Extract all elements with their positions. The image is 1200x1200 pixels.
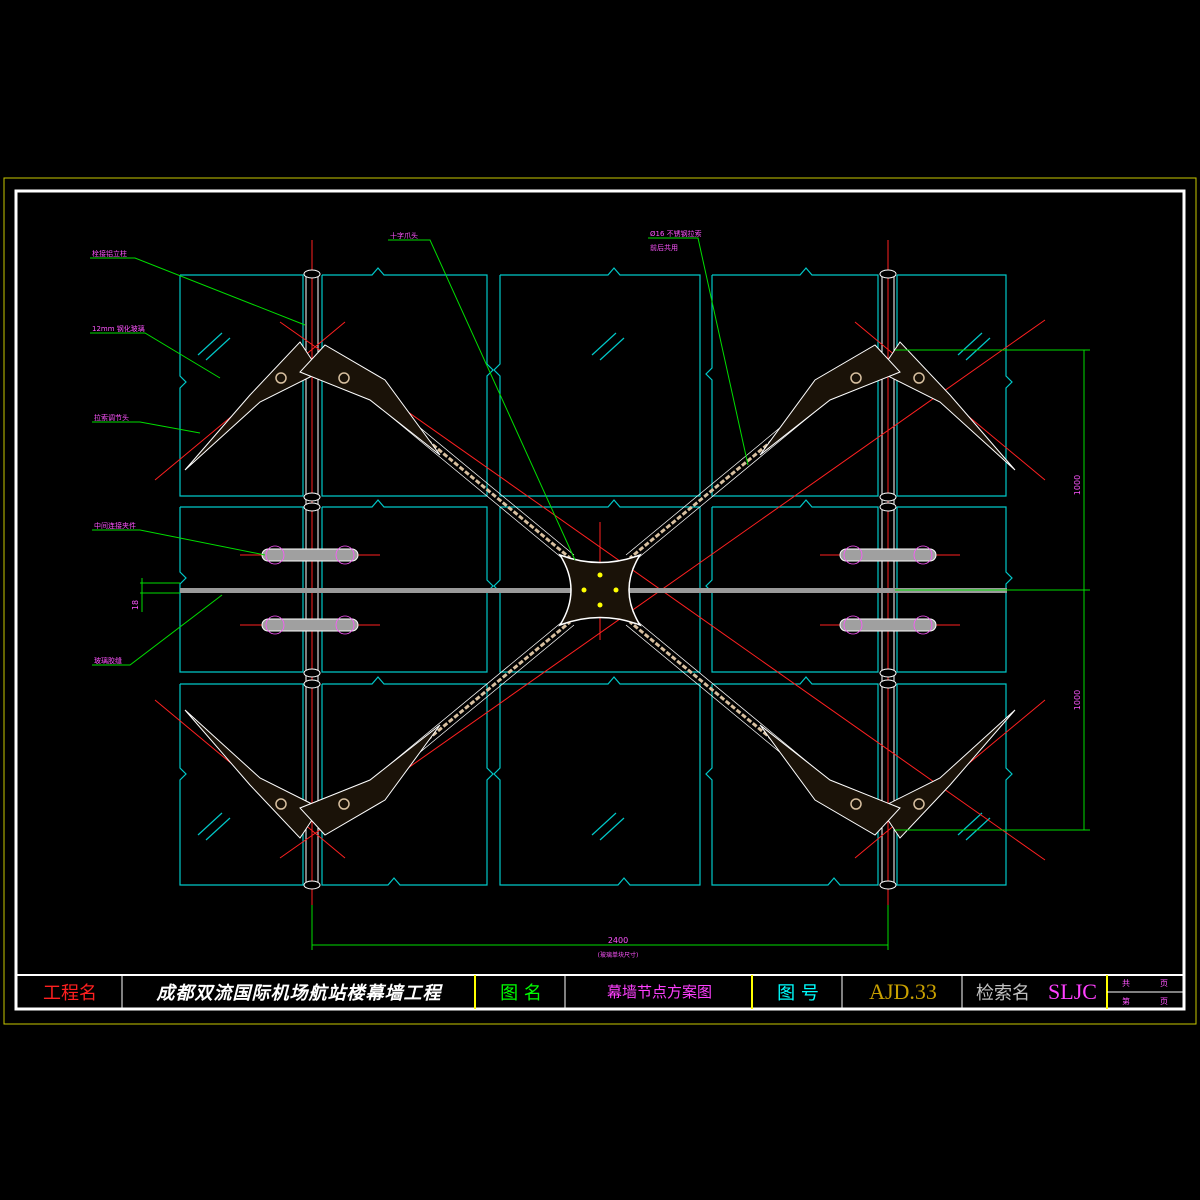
dim-vertical-lower: 1000: [1073, 690, 1082, 710]
glass-panel: [705, 499, 879, 673]
sheet-number-label: 第: [1122, 997, 1130, 1006]
drawing-name-label: 图 名: [500, 982, 542, 1004]
index-value: SLJC: [1048, 978, 1097, 1004]
dimension-texts: 1000 1000 2400 (玻璃单块尺寸) 18: [131, 475, 1082, 959]
cad-drawing-canvas: 栓接铝立柱 12mm 钢化玻璃 拉索调节头 中间连接夹件 玻璃胶缝 十字爪头 Ø…: [3, 177, 1197, 1025]
callout-label: 前后共用: [650, 243, 678, 252]
callout-label: 拉索调节头: [94, 413, 129, 422]
glass-panel: [705, 676, 879, 886]
glass-panel: [493, 267, 701, 497]
dimension-lines: [140, 349, 1090, 950]
callout-label: 玻璃胶缝: [94, 656, 122, 665]
callout-label: Ø16 不锈钢拉索: [650, 229, 702, 238]
sheet-total-label: 共: [1122, 979, 1130, 988]
glass-panel: [321, 499, 494, 673]
callout-label: 十字爪头: [390, 231, 418, 240]
project-label: 工程名: [43, 982, 97, 1004]
glass-panel: [493, 676, 701, 886]
dim-joint-gap: 18: [131, 600, 140, 610]
project-name: 成都双流国际机场航站楼幕墙工程: [156, 982, 442, 1004]
callout-label: 12mm 钢化玻璃: [92, 324, 145, 333]
sheet-total-unit: 页: [1160, 979, 1168, 988]
drawing-name: 幕墙节点方案图: [606, 983, 712, 1001]
drawing-number: AJD.33: [869, 978, 937, 1004]
dim-horizontal-note: (玻璃单块尺寸): [598, 951, 639, 959]
dim-vertical-upper: 1000: [1073, 475, 1082, 495]
index-label: 检索名: [976, 982, 1030, 1004]
glass-panel: [896, 683, 1013, 886]
dim-horizontal: 2400: [608, 936, 628, 945]
drawing-number-label: 图 号: [777, 982, 819, 1004]
callout-label: 中间连接夹件: [94, 521, 136, 530]
sheet-number-unit: 页: [1160, 997, 1168, 1006]
cross-claw-fitting: [558, 553, 642, 627]
callout-label: 栓接铝立柱: [92, 249, 127, 258]
